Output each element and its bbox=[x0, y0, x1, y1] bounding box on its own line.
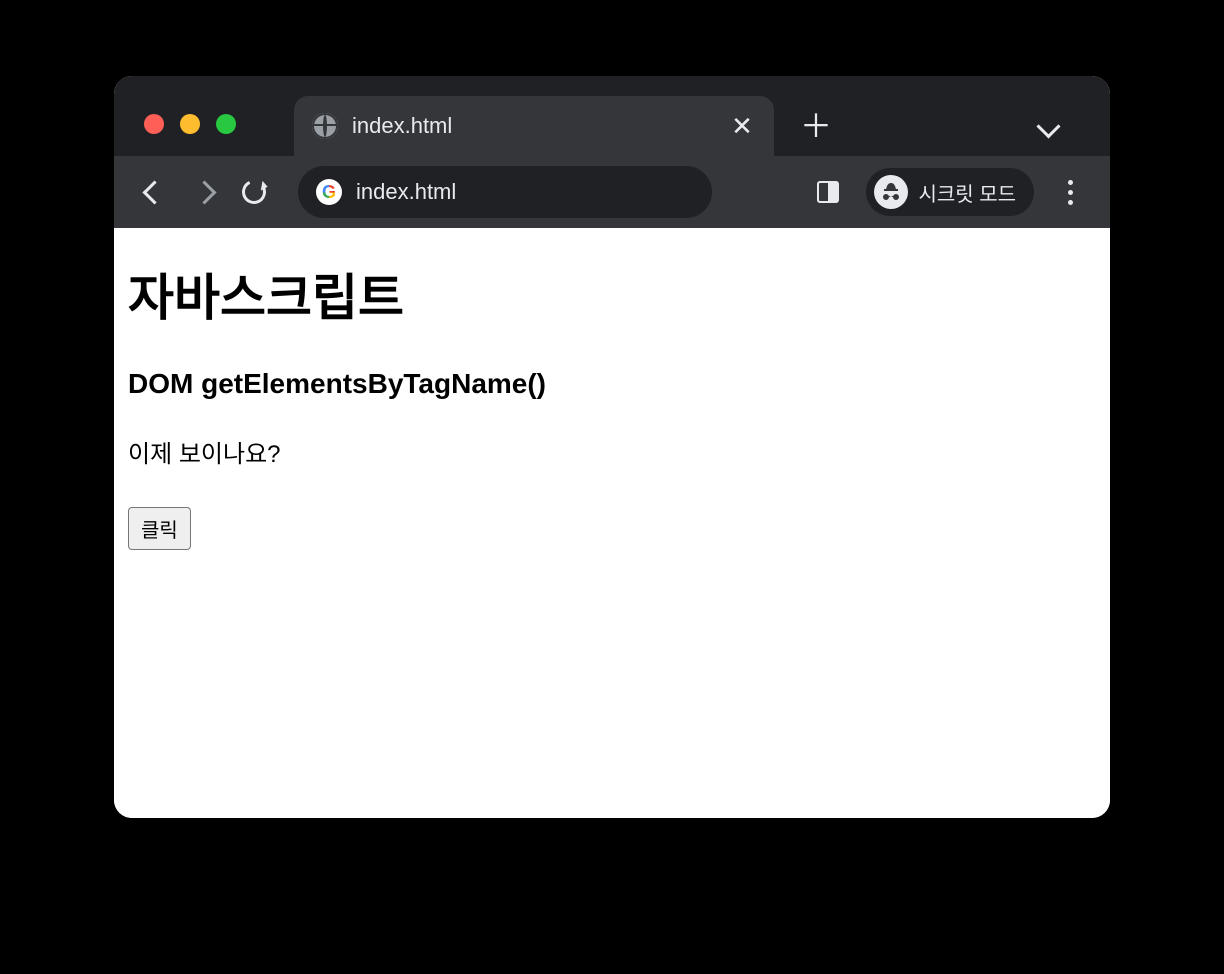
new-tab-button[interactable]: ＋ bbox=[794, 102, 838, 146]
page-content: 자바스크립트 DOM getElementsByTagName() 이제 보이나… bbox=[114, 228, 1110, 818]
forward-button[interactable] bbox=[184, 172, 224, 212]
address-bar[interactable]: G index.html bbox=[298, 166, 712, 218]
reload-icon bbox=[239, 177, 270, 208]
page-heading-2: DOM getElementsByTagName() bbox=[128, 368, 1096, 400]
toolbar: G index.html 시크릿 모드 bbox=[114, 156, 1110, 228]
incognito-label: 시크릿 모드 bbox=[918, 178, 1016, 207]
window-minimize-button[interactable] bbox=[180, 114, 200, 134]
incognito-badge[interactable]: 시크릿 모드 bbox=[866, 168, 1034, 216]
window-maximize-button[interactable] bbox=[216, 114, 236, 134]
page-heading-1: 자바스크립트 bbox=[128, 258, 1096, 330]
side-panel-button[interactable] bbox=[808, 172, 848, 212]
tab-title: index.html bbox=[352, 113, 714, 139]
browser-window: index.html ✕ ＋ G index.html 시크릿 모드 자바스크립… bbox=[114, 76, 1110, 818]
url-text: index.html bbox=[356, 179, 456, 205]
window-controls bbox=[144, 114, 236, 134]
titlebar: index.html ✕ ＋ bbox=[114, 76, 1110, 156]
page-paragraph: 이제 보이나요? bbox=[128, 434, 1096, 469]
globe-icon bbox=[312, 113, 338, 139]
arrow-left-icon bbox=[146, 184, 163, 201]
tab-list-button[interactable] bbox=[1038, 118, 1060, 140]
close-tab-button[interactable]: ✕ bbox=[728, 112, 756, 140]
reload-button[interactable] bbox=[234, 172, 274, 212]
tab-strip: index.html ✕ ＋ bbox=[294, 76, 838, 156]
google-icon: G bbox=[316, 179, 342, 205]
arrow-right-icon bbox=[196, 184, 213, 201]
window-close-button[interactable] bbox=[144, 114, 164, 134]
back-button[interactable] bbox=[134, 172, 174, 212]
panel-icon bbox=[817, 181, 839, 203]
click-button[interactable]: 클릭 bbox=[128, 507, 191, 550]
browser-menu-button[interactable] bbox=[1050, 172, 1090, 212]
incognito-icon bbox=[874, 175, 908, 209]
browser-tab[interactable]: index.html ✕ bbox=[294, 96, 774, 156]
